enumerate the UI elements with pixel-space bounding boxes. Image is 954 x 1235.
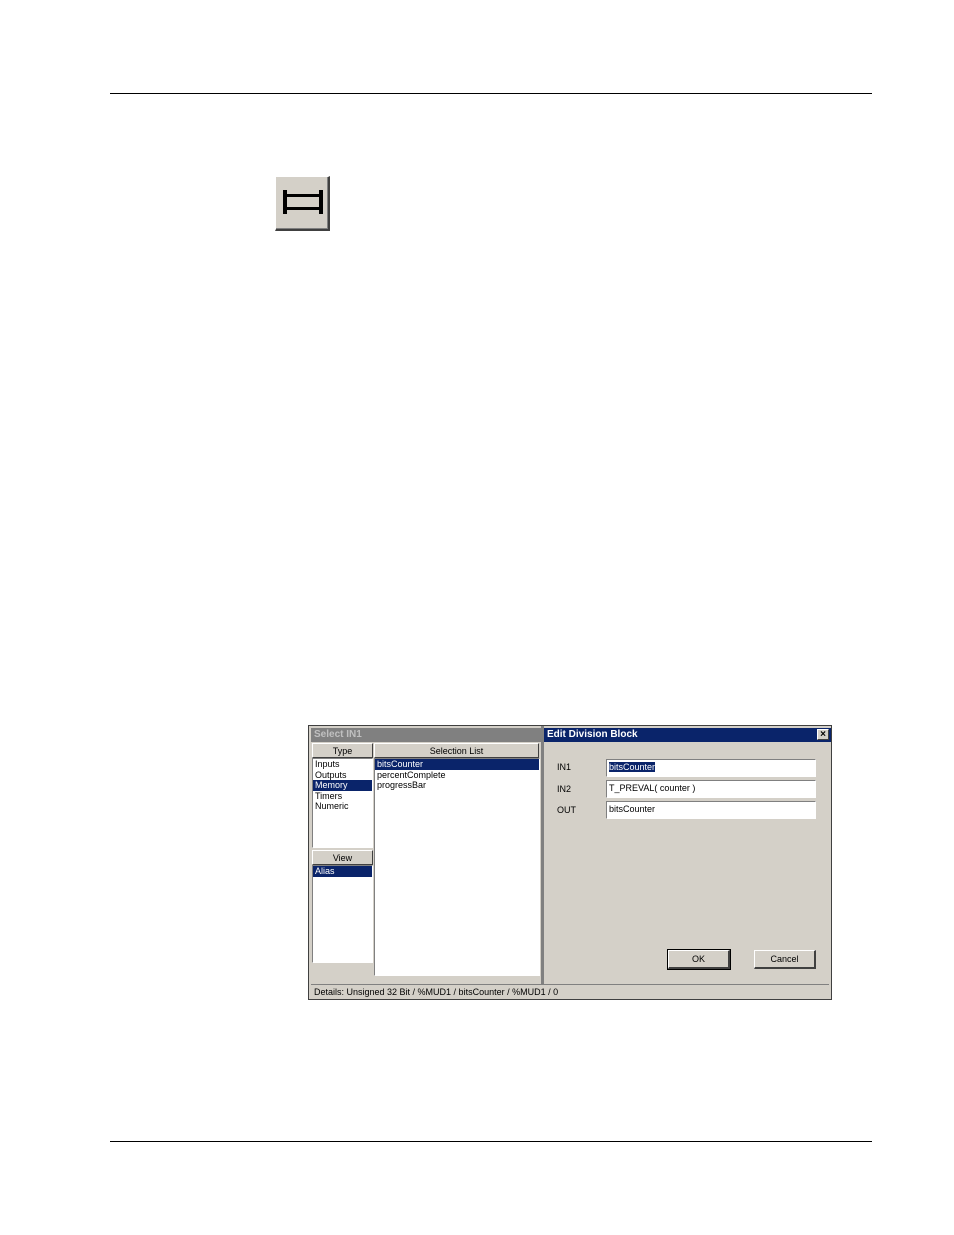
selection-item-progressbar[interactable]: progressBar [375,780,539,791]
details-status-bar: Details: Unsigned 32 Bit / %MUD1 / bitsC… [311,984,829,998]
selection-item-bitscounter[interactable]: bitsCounter [375,759,539,770]
view-item-alias[interactable]: Alias [313,866,372,877]
in1-label: IN1 [557,762,572,772]
out-input[interactable]: bitsCounter [606,801,816,819]
cancel-button[interactable]: Cancel [754,950,816,969]
in2-label: IN2 [557,784,572,794]
type-item-numeric[interactable]: Numeric [313,801,372,812]
view-listbox[interactable]: Alias [312,865,373,963]
selection-list-column-header[interactable]: Selection List [374,743,539,758]
type-item-inputs[interactable]: Inputs [313,759,372,770]
dialog-screenshot: Select IN1 Edit Division Block × Type Se… [308,725,832,1000]
in1-value: bitsCounter [609,762,656,772]
header-rule [110,93,872,94]
view-column-header[interactable]: View [312,850,373,865]
type-column-header[interactable]: Type [312,743,373,758]
edit-division-titlebar: Edit Division Block × [544,728,831,742]
in1-input[interactable]: bitsCounter [606,759,816,777]
pane-divider [541,726,544,988]
out-label: OUT [557,805,576,815]
type-item-outputs[interactable]: Outputs [313,770,372,781]
selection-item-percentcomplete[interactable]: percentComplete [375,770,539,781]
division-block-tool-button[interactable] [275,176,330,231]
edit-division-title: Edit Division Block [547,729,638,740]
ok-button[interactable]: OK [667,949,731,970]
type-item-timers[interactable]: Timers [313,791,372,802]
division-block-icon [283,190,323,214]
close-button[interactable]: × [817,729,829,740]
selection-listbox[interactable]: bitsCounter percentComplete progressBar [374,758,540,976]
footer-rule [110,1141,872,1142]
type-item-memory[interactable]: Memory [313,780,372,791]
type-listbox[interactable]: Inputs Outputs Memory Timers Numeric [312,758,373,848]
select-in1-titlebar: Select IN1 [311,728,541,742]
in2-input[interactable]: T_PREVAL( counter ) [606,780,816,798]
